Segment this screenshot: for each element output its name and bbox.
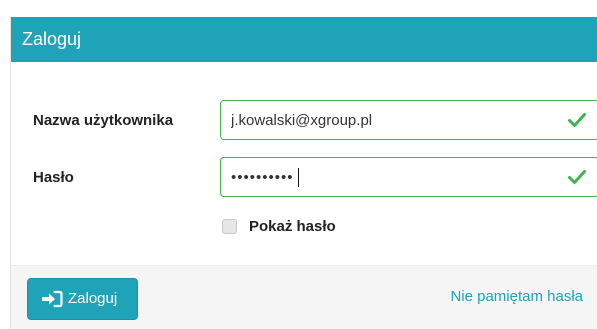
show-password-checkbox[interactable] <box>222 219 237 234</box>
username-label: Nazwa użytkownika <box>33 112 174 129</box>
password-label: Hasło <box>33 169 74 186</box>
checkmark-icon <box>568 170 586 184</box>
login-panel: Zaloguj Nazwa użytkownika Hasło Pokaż ha… <box>10 17 597 329</box>
checkmark-icon <box>568 113 586 127</box>
login-form: Nazwa użytkownika Hasło Pokaż hasło <box>11 62 597 265</box>
panel-title: Zaloguj <box>11 17 597 62</box>
username-input[interactable] <box>231 101 561 139</box>
login-button[interactable]: Zaloguj <box>27 278 138 320</box>
show-password-label[interactable]: Pokaż hasło <box>249 218 336 235</box>
password-input[interactable] <box>231 158 561 196</box>
login-button-label: Zaloguj <box>68 290 118 307</box>
panel-footer: Zaloguj Nie pamiętam hasła <box>11 265 597 329</box>
username-field[interactable] <box>220 100 597 140</box>
forgot-password-link[interactable]: Nie pamiętam hasła <box>450 288 583 305</box>
password-field[interactable] <box>220 157 597 197</box>
sign-in-icon <box>42 290 63 308</box>
text-caret <box>298 168 299 187</box>
